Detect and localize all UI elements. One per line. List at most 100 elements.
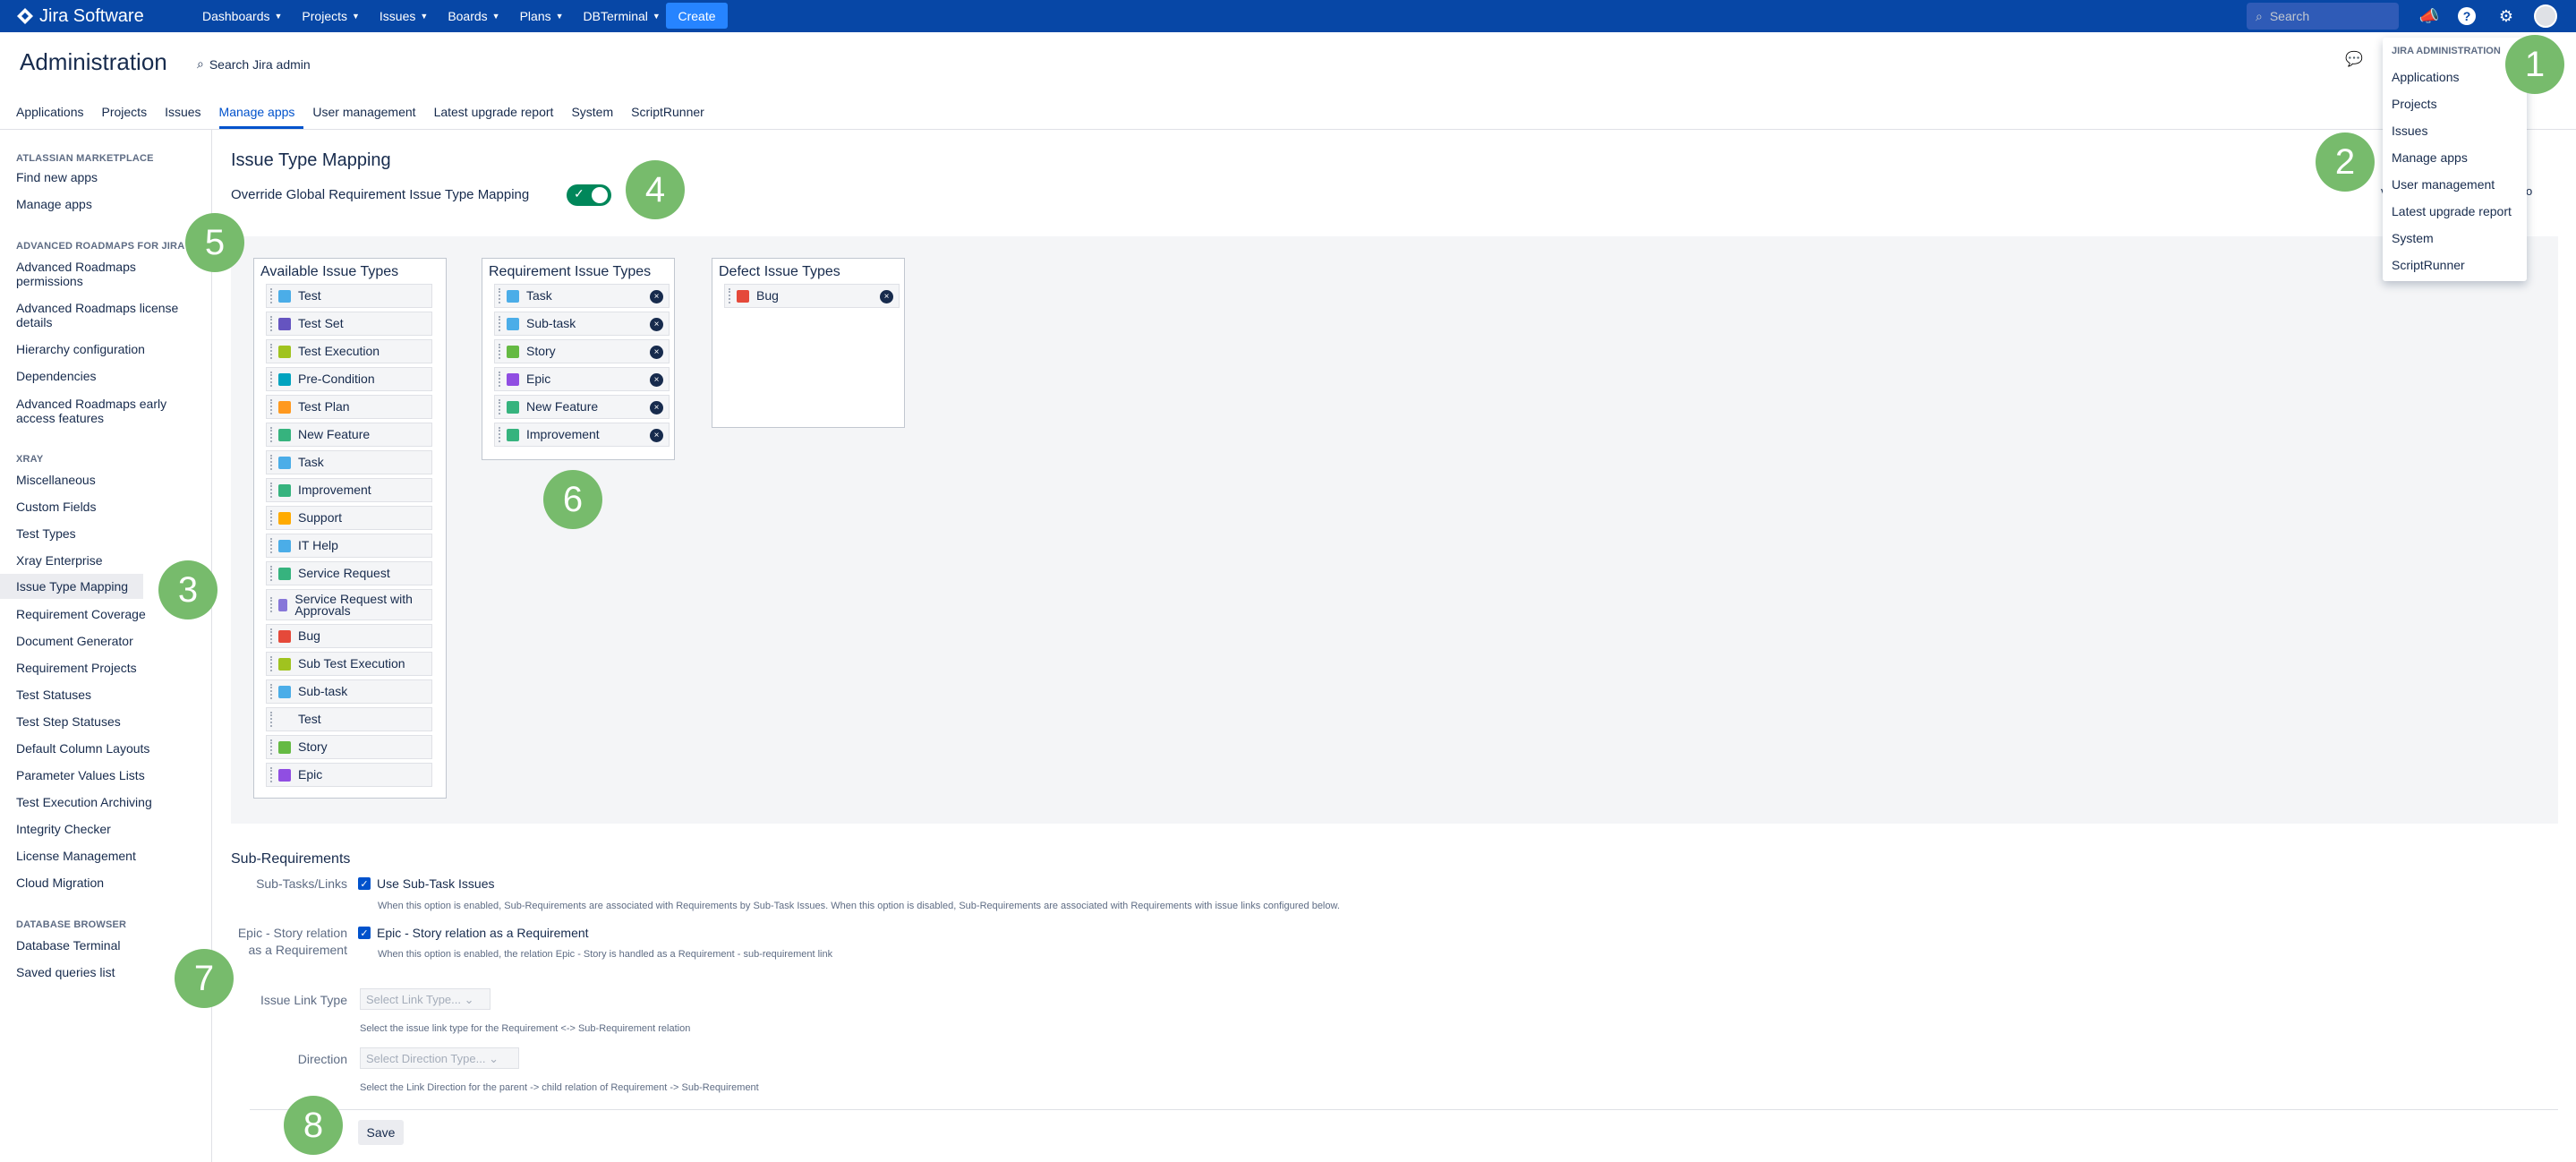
issue-type-item[interactable]: Bug <box>266 624 432 648</box>
drag-handle-icon[interactable] <box>270 344 274 359</box>
dropdown-item-issues[interactable]: Issues <box>2392 124 2427 138</box>
nav-projects[interactable]: Projects ▼ <box>292 0 370 32</box>
sidebar-item-custom-fields[interactable]: Custom Fields <box>16 500 195 514</box>
drag-handle-icon[interactable] <box>499 427 502 442</box>
sidebar-item-requirement-projects[interactable]: Requirement Projects <box>16 661 195 675</box>
sidebar-item-test-step-statuses[interactable]: Test Step Statuses <box>16 714 195 729</box>
issue-type-item[interactable]: Epic × <box>494 367 670 391</box>
drag-handle-icon[interactable] <box>499 372 502 387</box>
search-input[interactable]: ⌕ Search <box>2247 3 2399 30</box>
megaphone-icon[interactable]: 📣 <box>2417 4 2442 29</box>
tab-manage-apps[interactable]: Manage apps <box>218 102 304 129</box>
issue-type-item[interactable]: Sub-task × <box>494 312 670 336</box>
issue-type-item[interactable]: Sub Test Execution <box>266 652 432 676</box>
drag-handle-icon[interactable] <box>499 344 502 359</box>
drag-handle-icon[interactable] <box>499 399 502 414</box>
save-button[interactable]: Save <box>358 1120 404 1145</box>
drag-handle-icon[interactable] <box>729 288 732 303</box>
issue-type-item[interactable]: Service Request <box>266 561 432 585</box>
drag-handle-icon[interactable] <box>270 767 274 782</box>
dropdown-item-system[interactable]: System <box>2392 231 2434 245</box>
sidebar-item-test-statuses[interactable]: Test Statuses <box>16 688 195 702</box>
sidebar-item-cloud-migration[interactable]: Cloud Migration <box>16 876 195 890</box>
drag-handle-icon[interactable] <box>270 399 274 414</box>
issue-type-item[interactable]: Sub-task <box>266 679 432 704</box>
drag-handle-icon[interactable] <box>270 712 274 727</box>
issue-type-item[interactable]: Story × <box>494 339 670 363</box>
issue-type-item[interactable]: New Feature <box>266 423 432 447</box>
nav-dashboards[interactable]: Dashboards ▼ <box>192 0 292 32</box>
remove-icon[interactable]: × <box>650 373 663 387</box>
drag-handle-icon[interactable] <box>270 288 274 303</box>
issue-type-item[interactable]: Improvement × <box>494 423 670 447</box>
issue-type-item[interactable]: Test <box>266 707 432 731</box>
tab-projects[interactable]: Projects <box>102 102 157 129</box>
dropdown-item-scriptrunner[interactable]: ScriptRunner <box>2392 258 2465 272</box>
admin-search[interactable]: ⌕ Search Jira admin <box>197 56 311 72</box>
drag-handle-icon[interactable] <box>270 372 274 387</box>
issue-type-item[interactable]: IT Help <box>266 534 432 558</box>
issue-type-item[interactable]: Improvement <box>266 478 432 502</box>
sidebar-item-miscellaneous[interactable]: Miscellaneous <box>16 473 195 487</box>
dropdown-item-upgrade-report[interactable]: Latest upgrade report <box>2392 204 2512 218</box>
link-type-select[interactable]: Select Link Type... ⌄ <box>360 988 490 1010</box>
remove-icon[interactable]: × <box>650 429 663 442</box>
issue-type-item[interactable]: Task × <box>494 284 670 308</box>
sidebar-item-test-execution-archiving[interactable]: Test Execution Archiving <box>16 795 195 809</box>
nav-dbterminal[interactable]: DBTerminal ▼ <box>574 0 670 32</box>
epic-story-option[interactable]: ✓ Epic - Story relation as a Requirement <box>358 926 589 940</box>
drag-handle-icon[interactable] <box>270 538 274 553</box>
sidebar-item-database-terminal[interactable]: Database Terminal <box>16 938 195 953</box>
sidebar-item-manage-apps[interactable]: Manage apps <box>16 197 195 211</box>
tab-latest-upgrade-report[interactable]: Latest upgrade report <box>434 102 563 129</box>
sidebar-item-license-management[interactable]: License Management <box>16 849 195 863</box>
checkbox-checked[interactable]: ✓ <box>358 927 371 939</box>
drag-handle-icon[interactable] <box>499 288 502 303</box>
sidebar-item-xray-enterprise[interactable]: Xray Enterprise <box>16 553 195 568</box>
tab-scriptrunner[interactable]: ScriptRunner <box>631 102 713 129</box>
dropdown-item-user-management[interactable]: User management <box>2392 177 2495 192</box>
nav-boards[interactable]: Boards ▼ <box>438 0 509 32</box>
remove-icon[interactable]: × <box>880 290 893 303</box>
drag-handle-icon[interactable] <box>270 455 274 470</box>
nav-plans[interactable]: Plans ▼ <box>510 0 574 32</box>
sidebar-item-find-new-apps[interactable]: Find new apps <box>16 170 195 184</box>
direction-select[interactable]: Select Direction Type... ⌄ <box>360 1047 519 1069</box>
drag-handle-icon[interactable] <box>270 739 274 755</box>
use-subtasks-option[interactable]: ✓ Use Sub-Task Issues <box>358 876 495 891</box>
tab-system[interactable]: System <box>571 102 622 129</box>
drag-handle-icon[interactable] <box>270 566 274 581</box>
dropdown-item-manage-apps[interactable]: Manage apps <box>2392 150 2468 165</box>
drag-handle-icon[interactable] <box>270 628 274 644</box>
avatar[interactable] <box>2534 4 2557 28</box>
sidebar-item-ar-license[interactable]: Advanced Roadmaps license details <box>16 301 195 329</box>
sidebar-item-document-generator[interactable]: Document Generator <box>16 634 195 648</box>
drag-handle-icon[interactable] <box>270 427 274 442</box>
drag-handle-icon[interactable] <box>270 483 274 498</box>
feedback-icon[interactable]: 💬 <box>2345 50 2363 67</box>
checkbox-checked[interactable]: ✓ <box>358 877 371 890</box>
remove-icon[interactable]: × <box>650 290 663 303</box>
issue-type-item[interactable]: Test <box>266 284 432 308</box>
issue-type-item[interactable]: Task <box>266 450 432 474</box>
remove-icon[interactable]: × <box>650 401 663 414</box>
issue-type-item[interactable]: Test Execution <box>266 339 432 363</box>
sidebar-item-default-column-layouts[interactable]: Default Column Layouts <box>16 741 195 756</box>
issue-type-item[interactable]: Test Set <box>266 312 432 336</box>
sidebar-item-ar-early-access[interactable]: Advanced Roadmaps early access features <box>16 397 186 425</box>
drag-handle-icon[interactable] <box>270 656 274 671</box>
sidebar-item-test-types[interactable]: Test Types <box>16 526 195 541</box>
issue-type-item[interactable]: New Feature × <box>494 395 670 419</box>
sidebar-item-hierarchy[interactable]: Hierarchy configuration <box>16 342 195 356</box>
override-toggle[interactable]: ✓ <box>567 184 611 206</box>
issue-type-item[interactable]: Epic <box>266 763 432 787</box>
sidebar-item-dependencies[interactable]: Dependencies <box>16 369 195 383</box>
dropdown-item-projects[interactable]: Projects <box>2392 97 2437 111</box>
drag-handle-icon[interactable] <box>499 316 502 331</box>
issue-type-item[interactable]: Pre-Condition <box>266 367 432 391</box>
tab-user-management[interactable]: User management <box>312 102 424 129</box>
remove-icon[interactable]: × <box>650 346 663 359</box>
issue-type-item[interactable]: Test Plan <box>266 395 432 419</box>
sidebar-item-issue-type-mapping[interactable]: Issue Type Mapping <box>0 574 143 599</box>
sidebar-item-ar-permissions[interactable]: Advanced Roadmaps permissions <box>16 260 186 288</box>
